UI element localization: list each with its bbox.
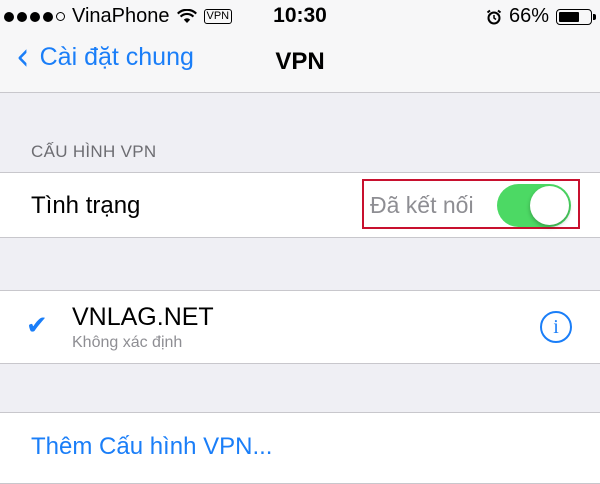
status-bar-right: 66% <box>486 5 596 28</box>
page-title: VPN <box>275 48 325 75</box>
navigation-bar: ‹ Cài đặt chung VPN <box>0 32 600 93</box>
status-label: Tình trạng <box>31 192 141 219</box>
battery-icon <box>556 8 596 25</box>
battery-percentage: 66% <box>508 5 549 27</box>
alarm-icon <box>486 9 502 24</box>
add-vpn-config-row[interactable]: Thêm Cấu hình VPN... <box>0 412 600 484</box>
vpn-toggle-switch[interactable] <box>497 184 571 227</box>
vpn-config-name: VNLAG.NET <box>72 303 214 331</box>
vpn-config-row[interactable]: ✔ VNLAG.NET Không xác định i <box>0 290 600 364</box>
toggle-knob <box>530 186 569 225</box>
section-header: CẤU HÌNH VPN <box>31 142 157 161</box>
add-vpn-config-button[interactable]: Thêm Cấu hình VPN... <box>31 433 272 461</box>
info-icon[interactable]: i <box>540 311 572 343</box>
status-bar: VinaPhone VPN 10:30 66% <box>0 0 600 32</box>
checkmark-icon: ✔ <box>26 311 48 341</box>
vpn-config-subtitle: Không xác định <box>72 334 183 351</box>
vpn-status-row: Tình trạng Đã kết nối <box>0 172 600 238</box>
status-value: Đã kết nối <box>370 192 474 218</box>
